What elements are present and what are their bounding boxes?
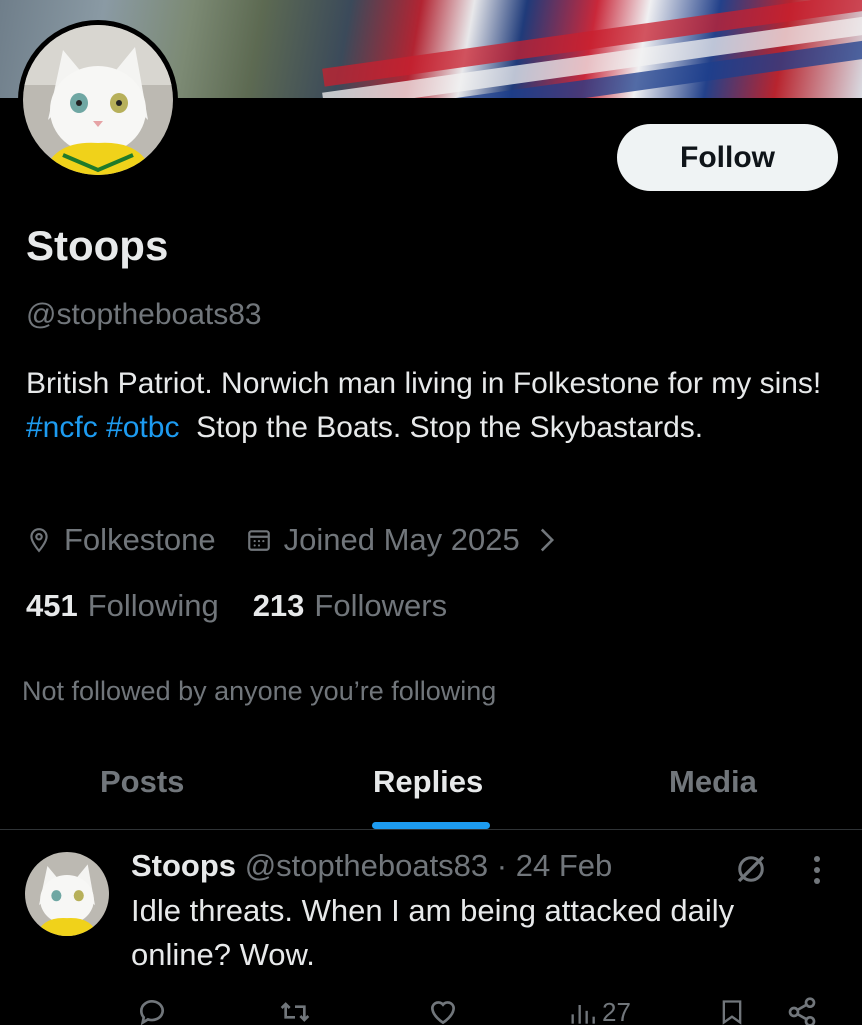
tab-posts[interactable]: Posts	[100, 764, 184, 800]
post-actions: 27	[0, 996, 862, 1025]
location-text: Folkestone	[64, 522, 216, 557]
views-icon	[571, 1005, 595, 1024]
follow-button[interactable]: Follow	[617, 124, 838, 191]
more-vertical-icon[interactable]	[812, 855, 822, 885]
like-icon	[430, 1001, 456, 1025]
profile-handle: @stoptheboats83	[26, 298, 262, 331]
post-author-handle[interactable]: @stoptheboats83	[245, 848, 488, 883]
profile-location: Folkestone	[26, 522, 216, 558]
post-author-name[interactable]: Stoops	[131, 848, 236, 883]
active-tab-indicator	[372, 822, 490, 829]
post-item[interactable]: Stoops @stoptheboats83 · 24 Feb Idle thr…	[0, 831, 862, 1025]
bio-text: Stop the Boats. Stop the Skybastards.	[179, 411, 704, 444]
bookmark-button[interactable]	[718, 996, 746, 1025]
post-date[interactable]: 24 Feb	[516, 848, 613, 883]
profile-avatar[interactable]	[18, 20, 178, 180]
repost-button[interactable]	[278, 996, 312, 1025]
map-pin-icon	[30, 528, 48, 553]
followers-link[interactable]: 213 Followers	[253, 588, 447, 624]
bio-text: British Patriot. Norwich man living in F…	[26, 367, 822, 400]
profile-meta: Folkestone Joined May 2025	[26, 520, 586, 560]
calendar-icon	[247, 530, 270, 551]
views-button[interactable]: 27	[568, 996, 631, 1025]
profile-name: Stoops	[26, 222, 169, 269]
reply-button[interactable]	[136, 996, 168, 1025]
mutual-followers-text: Not followed by anyone you’re following	[22, 676, 497, 706]
following-link[interactable]: 451 Following	[26, 588, 219, 624]
post-avatar[interactable]	[25, 852, 109, 936]
repost-icon	[280, 1002, 310, 1022]
following-label: Following	[87, 588, 219, 623]
profile-stats: 451 Following 213 Followers	[26, 588, 481, 624]
profile-bio: British Patriot. Norwich man living in F…	[26, 362, 826, 450]
like-button[interactable]	[426, 996, 460, 1025]
share-button[interactable]	[786, 996, 818, 1025]
joined-text: Joined May 2025	[283, 522, 520, 557]
hashtag-link[interactable]: #ncfc	[26, 411, 98, 444]
chevron-right-icon	[540, 528, 554, 552]
followers-count: 213	[252, 588, 305, 623]
followers-label: Followers	[314, 588, 448, 623]
post-header: Stoops @stoptheboats83 · 24 Feb	[131, 848, 612, 884]
grok-icon[interactable]	[733, 851, 769, 887]
profile-tabs: Posts Replies Media	[0, 740, 862, 830]
tab-media[interactable]: Media	[669, 764, 757, 800]
bookmark-icon	[722, 1000, 742, 1025]
tab-replies[interactable]: Replies	[373, 764, 483, 800]
post-text: Idle threats. When I am being attacked d…	[131, 893, 735, 972]
share-icon	[788, 997, 816, 1025]
profile-joined[interactable]: Joined May 2025	[246, 522, 556, 558]
post-separator: ·	[496, 848, 508, 883]
reply-icon	[140, 1000, 164, 1025]
hashtag-link[interactable]: #otbc	[106, 411, 179, 444]
views-count: 27	[602, 996, 631, 1025]
following-count: 451	[26, 588, 78, 623]
